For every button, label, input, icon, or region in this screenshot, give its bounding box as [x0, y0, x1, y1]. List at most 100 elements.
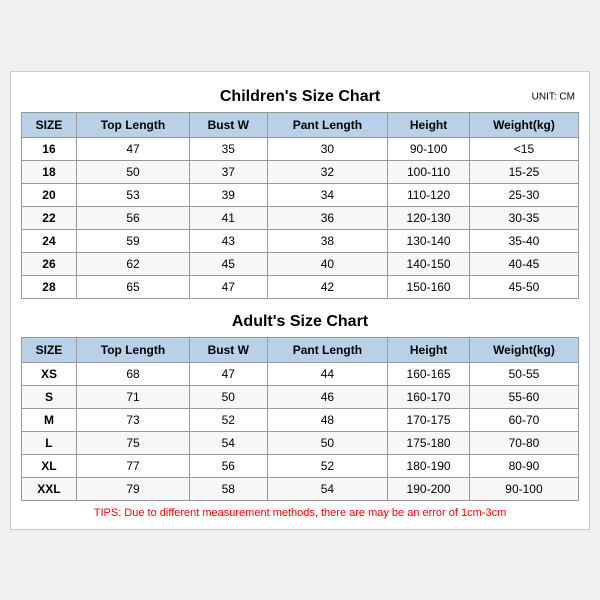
table-cell: 22 — [22, 206, 77, 229]
children-header-cell: Pant Length — [267, 112, 388, 137]
table-cell: 52 — [267, 454, 388, 477]
table-cell: 150-160 — [388, 275, 470, 298]
adults-header-cell: Pant Length — [267, 337, 388, 362]
table-cell: 79 — [76, 477, 189, 500]
table-cell: 50-55 — [469, 362, 578, 385]
children-header-row: SIZETop LengthBust WPant LengthHeightWei… — [22, 112, 579, 137]
adults-header-cell: Bust W — [190, 337, 268, 362]
table-cell: 60-70 — [469, 408, 578, 431]
table-cell: 80-90 — [469, 454, 578, 477]
table-cell: 110-120 — [388, 183, 470, 206]
table-row: 28654742150-16045-50 — [22, 275, 579, 298]
table-cell: XL — [22, 454, 77, 477]
table-cell: 16 — [22, 137, 77, 160]
table-cell: 70-80 — [469, 431, 578, 454]
table-cell: 50 — [190, 385, 268, 408]
table-cell: 50 — [76, 160, 189, 183]
table-cell: 52 — [190, 408, 268, 431]
table-cell: 26 — [22, 252, 77, 275]
table-cell: 73 — [76, 408, 189, 431]
table-cell: 37 — [190, 160, 268, 183]
table-cell: 100-110 — [388, 160, 470, 183]
table-row: 18503732100-11015-25 — [22, 160, 579, 183]
children-body: 1647353090-100<1518503732100-11015-25205… — [22, 137, 579, 298]
adults-table: SIZETop LengthBust WPant LengthHeightWei… — [21, 337, 579, 501]
table-cell: 36 — [267, 206, 388, 229]
table-cell: M — [22, 408, 77, 431]
adults-header-cell: Weight(kg) — [469, 337, 578, 362]
table-cell: S — [22, 385, 77, 408]
table-cell: 160-165 — [388, 362, 470, 385]
table-cell: 68 — [76, 362, 189, 385]
table-cell: 75 — [76, 431, 189, 454]
table-cell: 58 — [190, 477, 268, 500]
table-row: XS684744160-16550-55 — [22, 362, 579, 385]
table-cell: 59 — [76, 229, 189, 252]
table-cell: 120-130 — [388, 206, 470, 229]
table-cell: 160-170 — [388, 385, 470, 408]
table-cell: 47 — [76, 137, 189, 160]
table-cell: 30-35 — [469, 206, 578, 229]
table-cell: 45 — [190, 252, 268, 275]
children-table: SIZETop LengthBust WPant LengthHeightWei… — [21, 112, 579, 299]
table-cell: XS — [22, 362, 77, 385]
table-cell: 28 — [22, 275, 77, 298]
table-cell: 50 — [267, 431, 388, 454]
children-header-cell: Weight(kg) — [469, 112, 578, 137]
table-cell: 130-140 — [388, 229, 470, 252]
table-cell: 42 — [267, 275, 388, 298]
table-row: 26624540140-15040-45 — [22, 252, 579, 275]
table-row: 22564136120-13030-35 — [22, 206, 579, 229]
table-cell: 47 — [190, 275, 268, 298]
children-title-text: Children's Size Chart — [220, 88, 380, 105]
table-cell: 24 — [22, 229, 77, 252]
table-row: 24594338130-14035-40 — [22, 229, 579, 252]
table-cell: 56 — [76, 206, 189, 229]
adults-header-cell: SIZE — [22, 337, 77, 362]
table-row: S715046160-17055-60 — [22, 385, 579, 408]
table-row: 1647353090-100<15 — [22, 137, 579, 160]
table-cell: 53 — [76, 183, 189, 206]
unit-label: UNIT: CM — [532, 91, 575, 102]
table-row: L755450175-18070-80 — [22, 431, 579, 454]
table-cell: 140-150 — [388, 252, 470, 275]
table-cell: 25-30 — [469, 183, 578, 206]
children-header-cell: Bust W — [190, 112, 268, 137]
adults-body: XS684744160-16550-55S715046160-17055-60M… — [22, 362, 579, 500]
table-cell: 34 — [267, 183, 388, 206]
table-cell: 170-175 — [388, 408, 470, 431]
table-cell: 77 — [76, 454, 189, 477]
children-header-cell: SIZE — [22, 112, 77, 137]
table-cell: 71 — [76, 385, 189, 408]
table-row: XL775652180-19080-90 — [22, 454, 579, 477]
table-cell: 44 — [267, 362, 388, 385]
table-cell: 40 — [267, 252, 388, 275]
adults-header-cell: Height — [388, 337, 470, 362]
table-cell: 54 — [190, 431, 268, 454]
table-cell: 65 — [76, 275, 189, 298]
table-cell: 20 — [22, 183, 77, 206]
adults-header-cell: Top Length — [76, 337, 189, 362]
table-cell: 18 — [22, 160, 77, 183]
table-cell: 30 — [267, 137, 388, 160]
table-cell: 35 — [190, 137, 268, 160]
table-row: 20533934110-12025-30 — [22, 183, 579, 206]
adults-title: Adult's Size Chart — [21, 307, 579, 337]
table-cell: 48 — [267, 408, 388, 431]
table-cell: 46 — [267, 385, 388, 408]
table-cell: 55-60 — [469, 385, 578, 408]
table-cell: 56 — [190, 454, 268, 477]
table-cell: 43 — [190, 229, 268, 252]
table-cell: 38 — [267, 229, 388, 252]
table-cell: 190-200 — [388, 477, 470, 500]
table-row: M735248170-17560-70 — [22, 408, 579, 431]
table-cell: 54 — [267, 477, 388, 500]
table-cell: 32 — [267, 160, 388, 183]
table-cell: 39 — [190, 183, 268, 206]
table-cell: XXL — [22, 477, 77, 500]
children-header-cell: Height — [388, 112, 470, 137]
children-title: Children's Size Chart UNIT: CM — [21, 82, 579, 112]
table-cell: 35-40 — [469, 229, 578, 252]
adults-title-text: Adult's Size Chart — [232, 313, 368, 330]
table-cell: 47 — [190, 362, 268, 385]
